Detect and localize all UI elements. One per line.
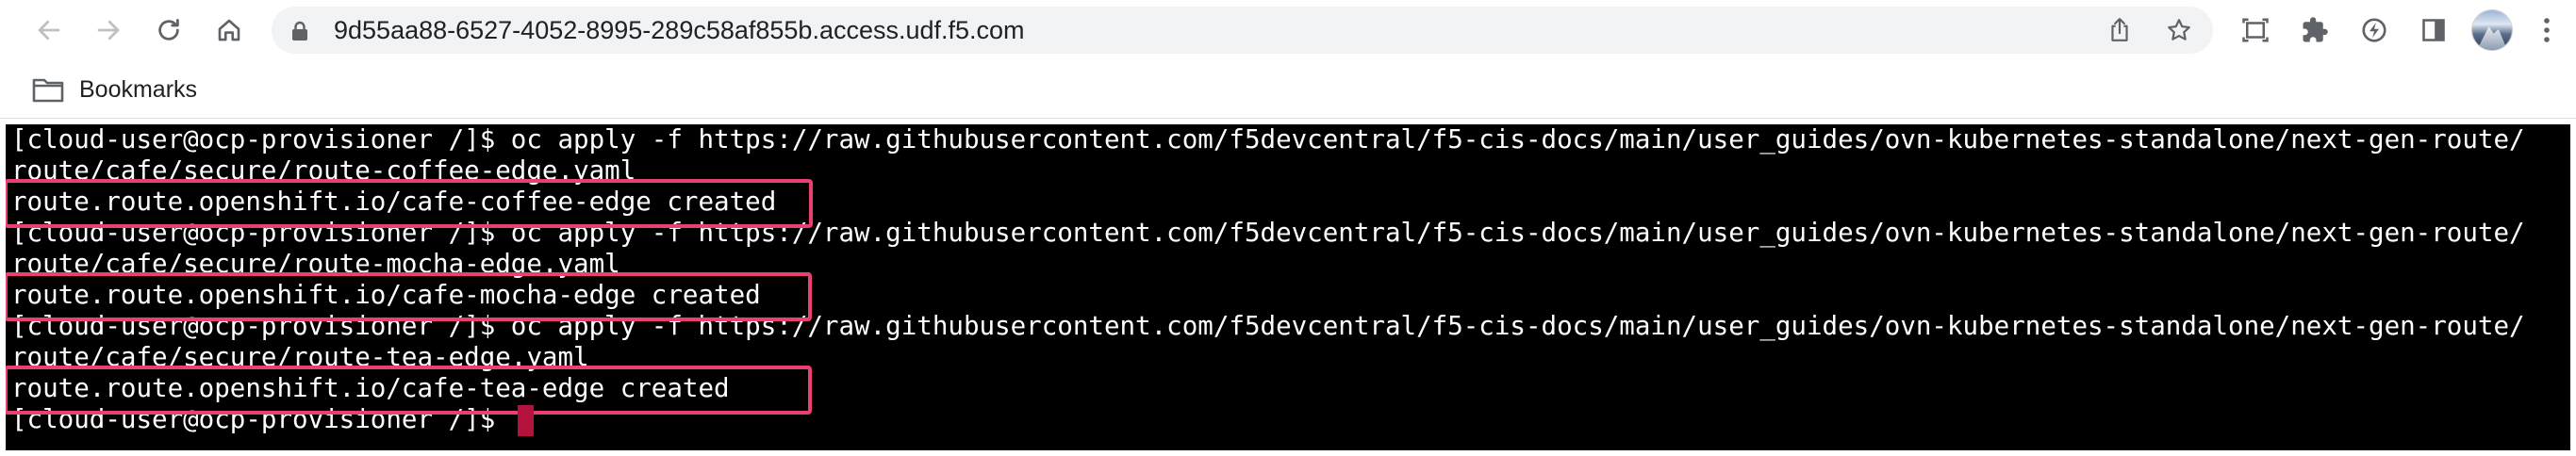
bookmarks-bar: Bookmarks xyxy=(0,60,2576,119)
performance-icon[interactable] xyxy=(2357,13,2391,47)
browser-toolbar: 9d55aa88-6527-4052-8995-289c58af855b.acc… xyxy=(0,0,2576,60)
highlight-box-mocha xyxy=(6,272,812,321)
folder-icon[interactable] xyxy=(32,76,64,107)
terminal-cursor xyxy=(518,405,534,436)
bookmarks-folder-label[interactable]: Bookmarks xyxy=(79,60,197,119)
highlight-box-tea xyxy=(6,366,812,415)
share-icon[interactable] xyxy=(2105,15,2135,45)
reload-icon[interactable] xyxy=(152,13,186,47)
extensions-puzzle-icon[interactable] xyxy=(2298,13,2332,47)
forward-arrow-icon[interactable] xyxy=(91,13,125,47)
back-arrow-icon[interactable] xyxy=(32,13,66,47)
terminal-window[interactable]: [cloud-user@ocp-provisioner /]$ oc apply… xyxy=(6,124,2570,450)
tab-search-icon[interactable] xyxy=(2238,13,2272,47)
lock-icon[interactable] xyxy=(290,21,309,46)
home-icon[interactable] xyxy=(212,13,246,47)
avatar-image xyxy=(2476,26,2508,50)
profile-avatar[interactable] xyxy=(2472,10,2512,50)
highlight-box-coffee xyxy=(6,179,813,228)
address-bar[interactable]: 9d55aa88-6527-4052-8995-289c58af855b.acc… xyxy=(272,7,2213,54)
side-panel-icon[interactable] xyxy=(2417,13,2451,47)
terminal-command-line: [cloud-user@ocp-provisioner /]$ oc apply… xyxy=(11,124,2525,155)
url-text[interactable]: 9d55aa88-6527-4052-8995-289c58af855b.acc… xyxy=(334,7,1025,54)
bookmark-star-icon[interactable] xyxy=(2164,15,2194,45)
kebab-menu-icon[interactable] xyxy=(2530,13,2564,47)
